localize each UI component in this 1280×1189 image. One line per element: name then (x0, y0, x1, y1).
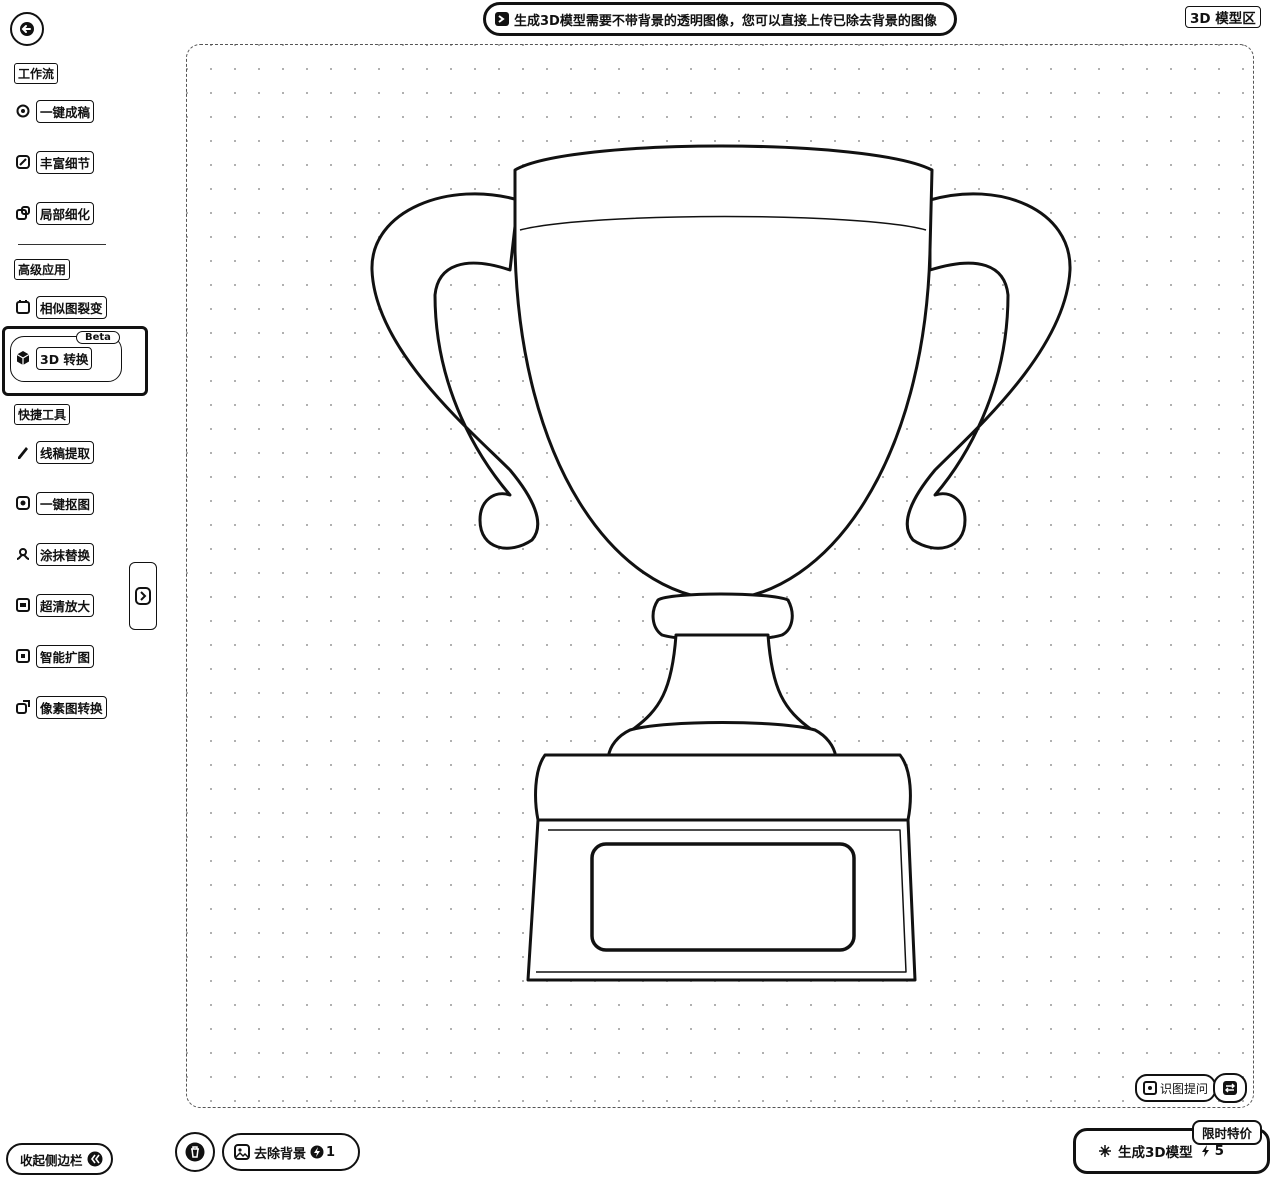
sidebar-item-local-refine[interactable]: 局部细化 (14, 201, 95, 225)
zone-label: 3D 模型区 (1185, 6, 1261, 28)
scan-icon (1143, 1081, 1157, 1095)
sidebar-item-one-click[interactable]: 一键成稿 (14, 99, 95, 123)
swap-icon (1223, 1081, 1237, 1095)
remove-background-button[interactable]: 去除背景 1 (222, 1133, 360, 1171)
sidebar-item-label: 局部细化 (36, 201, 95, 225)
lightning-icon (310, 1145, 324, 1159)
swap-image-button[interactable] (1213, 1073, 1247, 1103)
sidebar-item-cutout[interactable]: 一键抠图 (14, 491, 95, 515)
expand-icon (14, 647, 32, 665)
sidebar-item-upscale[interactable]: 超清放大 (14, 593, 95, 617)
notice-text: 生成3D模型需要不带背景的透明图像，您可以直接上传已除去背景的图像 (514, 13, 937, 29)
back-button[interactable] (10, 12, 44, 46)
sparkle-icon (1099, 1145, 1111, 1157)
notice-banner: 生成3D模型需要不带背景的透明图像，您可以直接上传已除去背景的图像 (483, 2, 957, 36)
trophy-image (370, 144, 1072, 982)
beta-badge: Beta (76, 331, 120, 344)
sidebar-item-smart-expand[interactable]: 智能扩图 (14, 644, 95, 668)
credit-cost: 5 (1199, 1143, 1224, 1159)
sidebar-item-smear-replace[interactable]: 涂抹替换 (14, 542, 95, 566)
sidebar-item-label: 涂抹替换 (36, 542, 95, 566)
remove-background-label: 去除背景 (254, 1146, 307, 1162)
chevron-right-icon (135, 587, 151, 605)
sidebar-divider (18, 244, 106, 245)
delete-button[interactable] (175, 1132, 215, 1172)
sidebar-item-pixel-convert[interactable]: 像素图转换 (14, 695, 107, 719)
credit-value: 5 (1214, 1143, 1225, 1159)
section-title-workflow: 工作流 (14, 63, 59, 84)
lightning-icon (1201, 1145, 1209, 1157)
generate-3d-label: 生成3D模型 (1118, 1145, 1193, 1161)
image-question-label: 识图提问 (1160, 1081, 1209, 1096)
leaf-icon (14, 153, 32, 171)
image-icon (234, 1144, 250, 1160)
image-question-button[interactable]: 识图提问 (1135, 1074, 1217, 1102)
sidebar-item-label: 像素图转换 (36, 695, 107, 719)
sidebar-item-label: 相似图裂变 (36, 295, 107, 319)
section-title-advanced: 高级应用 (14, 259, 71, 280)
sidebar-item-label: 丰富细节 (36, 150, 95, 174)
sidebar-item-detail[interactable]: 丰富细节 (14, 150, 95, 174)
pixel-icon (14, 698, 32, 716)
cutout-icon (14, 494, 32, 512)
sidebar-item-label: 一键成稿 (36, 99, 95, 123)
section-title-quick-tools: 快捷工具 (14, 404, 71, 425)
collapse-sidebar-label: 收起侧边栏 (20, 1152, 83, 1168)
cube-icon (14, 349, 32, 367)
sidebar-item-label: 智能扩图 (36, 644, 95, 668)
sidebar-item-label: 一键抠图 (36, 491, 95, 515)
sidebar-expand-handle[interactable] (129, 562, 157, 630)
upscale-icon (14, 596, 32, 614)
brush-icon (14, 545, 32, 563)
back-arrow-icon (20, 22, 34, 36)
sidebar-item-label: 超清放大 (36, 593, 95, 617)
trash-icon (185, 1142, 205, 1162)
sidebar-item-3d-convert[interactable]: 3D 转换 (14, 346, 93, 370)
credit-cost: 1 (310, 1145, 335, 1160)
double-chevron-left-icon (87, 1151, 103, 1167)
split-image-icon (14, 298, 32, 316)
pen-icon (14, 443, 32, 461)
info-icon (495, 12, 509, 26)
collapse-sidebar-button[interactable]: 收起侧边栏 (6, 1143, 113, 1175)
promo-badge: 限时特价 (1192, 1120, 1263, 1145)
crop-icon (14, 204, 32, 222)
sidebar-item-line-extract[interactable]: 线稿提取 (14, 440, 95, 464)
credit-value: 1 (326, 1144, 336, 1160)
gear-icon (14, 102, 32, 120)
sidebar-item-label: 3D 转换 (36, 346, 93, 370)
sidebar-item-label: 线稿提取 (36, 440, 95, 464)
sidebar-item-similar-fission[interactable]: 相似图裂变 (14, 295, 107, 319)
